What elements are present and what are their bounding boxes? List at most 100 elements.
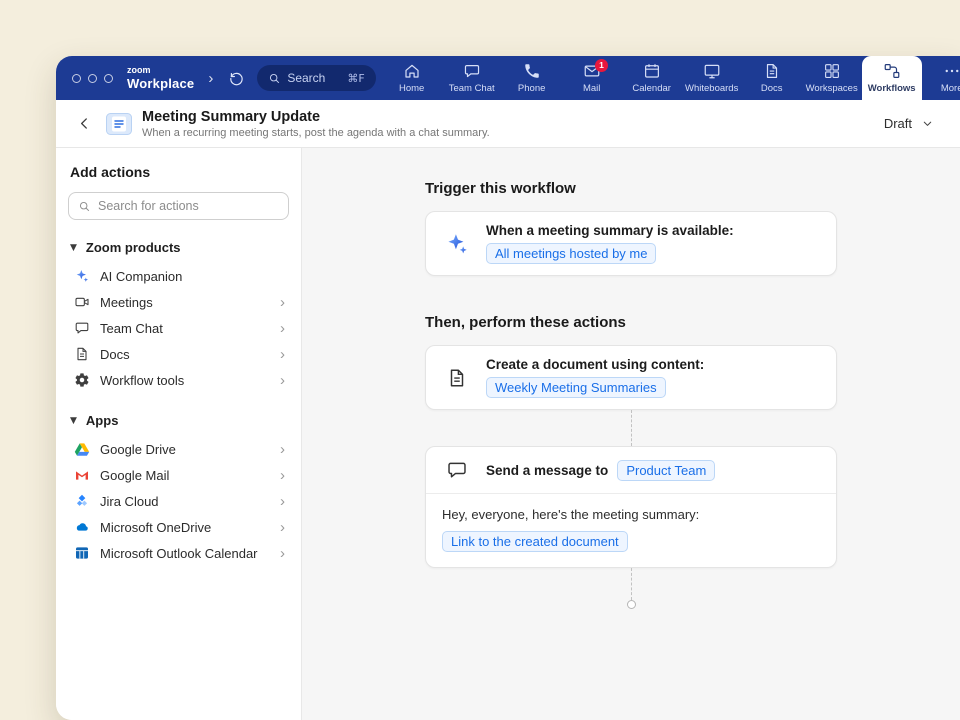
create-document-text: Create a document using content: xyxy=(486,357,704,372)
nav-label: Home xyxy=(399,83,424,94)
chevron-right-icon: › xyxy=(280,373,285,388)
sidebar-item-google-mail[interactable]: Google Mail › xyxy=(68,462,289,488)
actions-search-input[interactable] xyxy=(98,199,279,213)
section-zoom-products[interactable]: ▼ Zoom products xyxy=(70,240,287,255)
more-dots-icon xyxy=(943,62,960,80)
send-message-line: Send a message to Product Team xyxy=(486,460,715,481)
logo-workplace-text: Workplace xyxy=(127,77,194,90)
chevron-left-icon xyxy=(76,115,93,132)
jira-icon xyxy=(74,493,90,509)
item-label: Microsoft OneDrive xyxy=(100,520,211,535)
nav-item-workflows[interactable]: Workflows xyxy=(862,56,922,100)
item-label: Google Drive xyxy=(100,442,176,457)
message-body-text: Hey, everyone, here's the meeting summar… xyxy=(442,507,820,522)
item-label: Jira Cloud xyxy=(100,494,159,509)
history-icon-button[interactable] xyxy=(225,67,247,89)
calendar-icon xyxy=(643,62,661,80)
message-recipient-token[interactable]: Product Team xyxy=(617,460,715,481)
window-close-button[interactable] xyxy=(72,74,81,83)
nav-item-home[interactable]: Home xyxy=(382,56,442,100)
global-search[interactable]: Search ⌘F xyxy=(257,65,375,91)
ai-sparkle-icon xyxy=(442,231,472,257)
sidebar-item-meetings[interactable]: Meetings › xyxy=(68,289,289,315)
workflow-title: Meeting Summary Update xyxy=(142,109,490,125)
workflow-titles: Meeting Summary Update When a recurring … xyxy=(142,109,490,139)
document-content-token[interactable]: Weekly Meeting Summaries xyxy=(486,377,666,398)
header-left-cluster: zoom Workplace › Search ⌘F xyxy=(56,56,382,100)
nav-item-phone[interactable]: Phone xyxy=(502,56,562,100)
trigger-scope-token[interactable]: All meetings hosted by me xyxy=(486,243,656,264)
nav-item-calendar[interactable]: Calendar xyxy=(622,56,682,100)
chat-bubble-icon xyxy=(74,320,90,336)
google-drive-icon xyxy=(74,441,90,457)
onedrive-icon xyxy=(74,519,90,535)
zoom-workplace-logo: zoom Workplace xyxy=(127,66,194,90)
item-label: Microsoft Outlook Calendar xyxy=(100,546,258,561)
sidebar-item-jira-cloud[interactable]: Jira Cloud › xyxy=(68,488,289,514)
workspaces-icon xyxy=(823,62,841,80)
section-apps[interactable]: ▼ Apps xyxy=(70,413,287,428)
create-document-card[interactable]: Create a document using content: Weekly … xyxy=(425,345,837,410)
nav-item-more[interactable]: More xyxy=(922,56,960,100)
item-label: AI Companion xyxy=(100,269,182,284)
chevron-down-icon xyxy=(921,117,934,130)
nav-label: More xyxy=(941,83,960,94)
draft-status-label: Draft xyxy=(884,116,912,131)
nav-label: Mail xyxy=(583,83,600,94)
chevron-right-icon: › xyxy=(280,546,285,561)
chevron-right-icon: › xyxy=(280,442,285,457)
gear-icon xyxy=(74,372,90,388)
sidebar-heading: Add actions xyxy=(70,164,289,180)
actions-search[interactable] xyxy=(68,192,289,220)
nav-label: Docs xyxy=(761,83,783,94)
chevron-right-icon: › xyxy=(280,494,285,509)
caret-down-icon: ▼ xyxy=(70,416,77,426)
actions-sidebar: Add actions ▼ Zoom products AI Companion… xyxy=(56,148,302,720)
dashed-connector xyxy=(631,568,632,600)
sidebar-item-workflow-tools[interactable]: Workflow tools › xyxy=(68,367,289,393)
send-message-text: Send a message to xyxy=(486,463,608,478)
trigger-card-content: When a meeting summary is available: All… xyxy=(486,223,734,264)
search-icon xyxy=(78,200,91,213)
phone-icon xyxy=(523,62,541,80)
window-minimize-button[interactable] xyxy=(88,74,97,83)
dashed-connector xyxy=(631,410,632,446)
document-icon xyxy=(442,367,472,389)
back-button[interactable] xyxy=(72,112,96,136)
workflow-canvas: Trigger this workflow When a meeting sum… xyxy=(302,148,960,720)
send-message-card[interactable]: Send a message to Product Team Hey, ever… xyxy=(425,446,837,568)
gmail-icon xyxy=(74,467,90,483)
sidebar-item-team-chat[interactable]: Team Chat › xyxy=(68,315,289,341)
nav-item-team-chat[interactable]: Team Chat xyxy=(442,56,502,100)
sidebar-item-docs[interactable]: Docs › xyxy=(68,341,289,367)
message-link-token[interactable]: Link to the created document xyxy=(442,531,628,552)
nav-item-mail[interactable]: Mail 1 xyxy=(562,56,622,100)
nav-label: Whiteboards xyxy=(685,83,738,94)
section-label: Apps xyxy=(86,413,119,428)
workflow-thumbnail-icon xyxy=(106,113,132,135)
sidebar-item-google-drive[interactable]: Google Drive › xyxy=(68,436,289,462)
window-maximize-button[interactable] xyxy=(104,74,113,83)
flow-endpoint-circle[interactable] xyxy=(627,600,636,609)
sidebar-item-ai-companion[interactable]: AI Companion xyxy=(68,263,289,289)
nav-item-workspaces[interactable]: Workspaces xyxy=(802,56,862,100)
item-label: Google Mail xyxy=(100,468,169,483)
header-expand-chevron-icon[interactable]: › xyxy=(206,70,215,87)
item-label: Meetings xyxy=(100,295,153,310)
nav-item-docs[interactable]: Docs xyxy=(742,56,802,100)
send-message-header: Send a message to Product Team xyxy=(426,447,836,494)
chevron-right-icon: › xyxy=(280,520,285,535)
workflow-toolbar: Meeting Summary Update When a recurring … xyxy=(56,100,960,148)
document-icon xyxy=(74,346,90,362)
mail-unread-badge: 1 xyxy=(595,59,609,72)
draft-status-dropdown[interactable]: Draft xyxy=(884,116,934,131)
nav-label: Workflows xyxy=(868,83,916,94)
sidebar-item-microsoft-outlook-calendar[interactable]: Microsoft Outlook Calendar › xyxy=(68,540,289,566)
workflows-icon xyxy=(883,62,901,80)
chevron-right-icon: › xyxy=(280,347,285,362)
workflow-subtitle: When a recurring meeting starts, post th… xyxy=(142,127,490,139)
sidebar-item-microsoft-onedrive[interactable]: Microsoft OneDrive › xyxy=(68,514,289,540)
nav-item-whiteboards[interactable]: Whiteboards xyxy=(682,56,742,100)
docs-icon xyxy=(763,62,781,80)
trigger-card[interactable]: When a meeting summary is available: All… xyxy=(425,211,837,276)
